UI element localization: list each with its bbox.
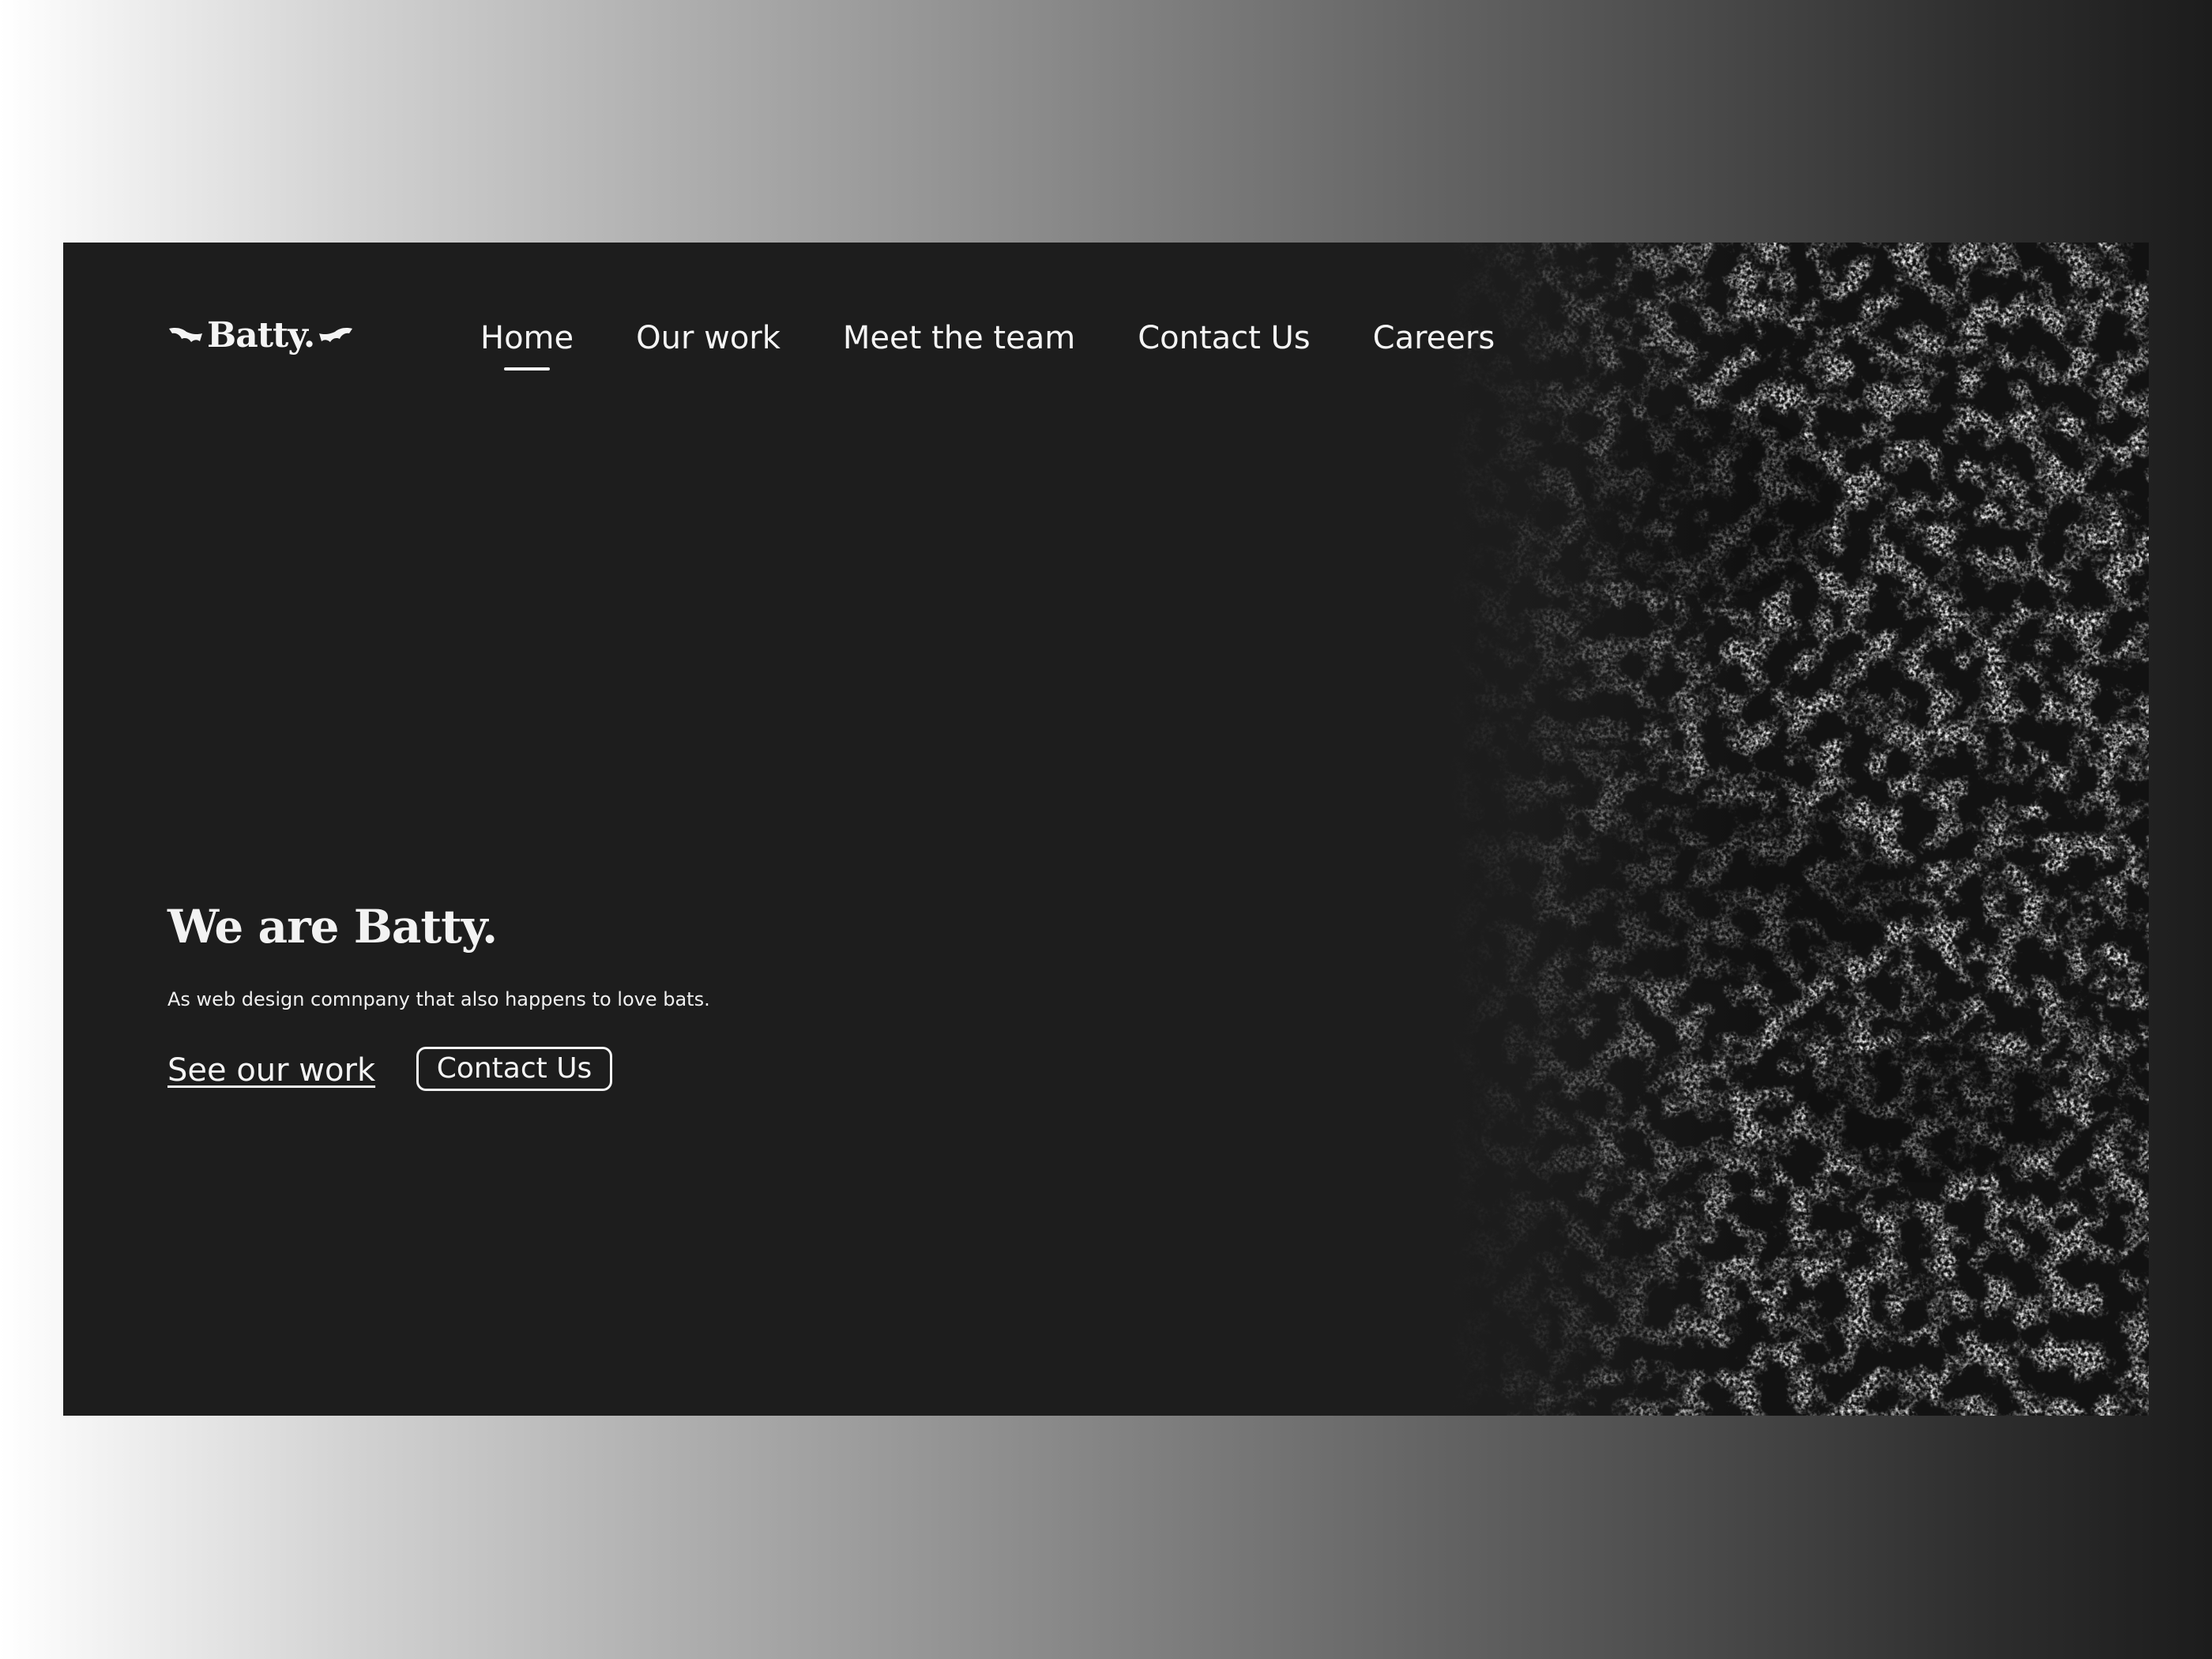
nav-item-home[interactable]: Home: [480, 310, 574, 366]
hero-title: We are Batty.: [167, 900, 498, 954]
nav-item-careers[interactable]: Careers: [1373, 310, 1495, 366]
nav-item-our-work[interactable]: Our work: [636, 310, 781, 366]
hero-subtitle: As web design comnpany that also happens…: [167, 988, 710, 1010]
main-nav: Home Our work Meet the team Contact Us C…: [480, 310, 1495, 366]
nav-item-contact-us[interactable]: Contact Us: [1138, 310, 1310, 366]
contact-us-button[interactable]: Contact Us: [416, 1047, 612, 1091]
bat-wing-right-icon: [319, 328, 353, 342]
see-our-work-link[interactable]: See our work: [167, 1047, 375, 1094]
nav-item-meet-the-team[interactable]: Meet the team: [843, 310, 1075, 366]
hero-panel: Batty. Home Our work Meet the team Conta…: [63, 243, 2149, 1416]
hero-texture-image: [1450, 243, 2149, 1416]
bat-wing-left-icon: [169, 328, 202, 342]
brand-logo[interactable]: Batty.: [167, 312, 354, 359]
brand-name: Batty.: [207, 315, 315, 356]
